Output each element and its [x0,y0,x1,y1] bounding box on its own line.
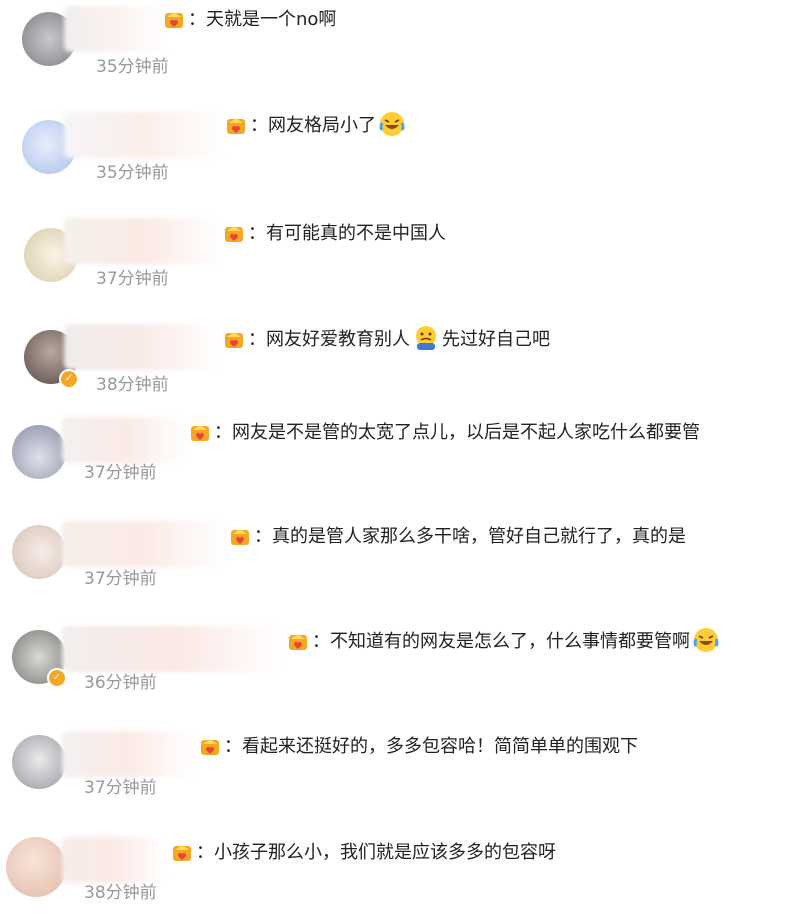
avatar[interactable] [12,735,66,789]
comment-text-content: ：网友好爱教育别人 [248,329,410,350]
comment-text: ：看起来还挺好的，多多包容哈！简简单单的围观下 [224,736,638,757]
blurred-username [64,112,224,158]
comment-item: ✓ ：网友好爱教育别人 先过好自己吧 38分钟前 [0,324,800,424]
avatar[interactable] [6,837,66,897]
comment-item: ：网友格局小了 35分钟前 [0,112,800,210]
comment-text: ：网友格局小了 [250,112,405,138]
fan-crown-icon [225,332,243,348]
fan-crown-icon [227,118,245,134]
comment-text-tail: 先过好自己吧 [442,329,550,350]
comment-time: 37分钟前 [96,269,169,289]
comment-list: ：天就是一个no啊 35分钟前 ：网友格局小了 35分钟前 ：有可能真的不是中国… [0,0,800,914]
laughing-crying-emoji-icon [693,628,719,652]
comment-item: ：网友是不是管的太宽了点儿，以后是不起人家吃什么都要管 37分钟前 [0,417,800,517]
comment-item: ：看起来还挺好的，多多包容哈！简简单单的围观下 37分钟前 [0,731,800,831]
blurred-username [64,324,220,370]
fan-crown-icon [191,425,209,441]
blurred-username [62,731,196,777]
comment-item: ✓ ：不知道有的网友是怎么了，什么事情都要管啊 36分钟前 [0,626,800,726]
blurred-username [62,626,284,672]
comment-time: 37分钟前 [84,569,157,589]
comment-time: 36分钟前 [84,673,157,693]
comment-text: ：天就是一个no啊 [188,9,337,30]
comment-time: 35分钟前 [96,57,169,77]
comment-text: ：真的是管人家那么多干啥，管好自己就行了，真的是 [254,526,686,547]
fan-crown-icon [173,845,191,861]
blurred-username [64,6,168,52]
comment-item: ：小孩子那么小，我们就是应该多多的包容呀 38分钟前 [0,837,800,914]
comment-time: 37分钟前 [84,463,157,483]
comment-time: 35分钟前 [96,163,169,183]
verified-badge-icon: ✓ [59,369,79,389]
sad-emoji-icon [416,326,436,350]
laughing-crying-emoji-icon [379,112,405,136]
fan-crown-icon [289,634,307,650]
comment-time: 38分钟前 [96,375,169,395]
comment-text: ：有可能真的不是中国人 [248,223,446,244]
comment-item: ：有可能真的不是中国人 37分钟前 [0,218,800,318]
comment-text: ：网友是不是管的太宽了点儿，以后是不起人家吃什么都要管 [214,422,700,443]
comment-text-content: ：网友格局小了 [250,115,376,136]
blurred-username [62,417,188,463]
fan-crown-icon [165,12,183,28]
comment-item: ：天就是一个no啊 35分钟前 [0,6,800,104]
fan-crown-icon [201,739,219,755]
comment-time: 38分钟前 [84,883,157,903]
comment-time: 37分钟前 [84,778,157,798]
comment-text: ：小孩子那么小，我们就是应该多多的包容呀 [196,842,556,863]
comment-text: ：不知道有的网友是怎么了，什么事情都要管啊 [312,628,719,654]
avatar[interactable] [12,425,66,479]
comment-text-content: ：不知道有的网友是怎么了，什么事情都要管啊 [312,631,690,652]
avatar[interactable] [12,525,66,579]
comment-text: ：网友好爱教育别人 先过好自己吧 [248,326,550,352]
blurred-username [62,521,226,567]
blurred-username [64,218,222,264]
fan-crown-icon [225,226,243,242]
blurred-username [62,837,168,883]
comment-item: ：真的是管人家那么多干啥，管好自己就行了，真的是 37分钟前 [0,521,800,621]
fan-crown-icon [231,529,249,545]
